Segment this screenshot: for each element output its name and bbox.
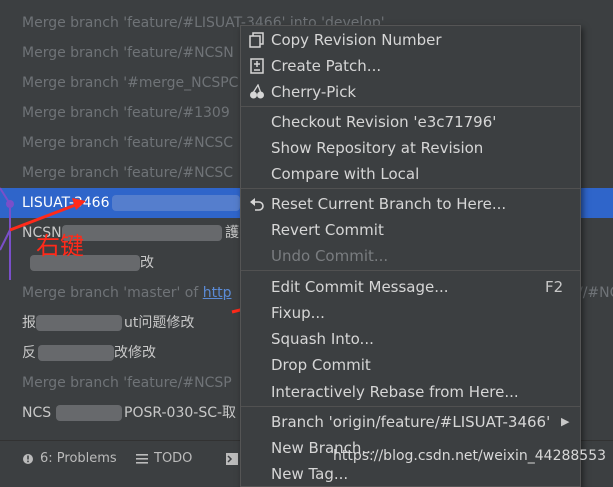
menu-item-label: Fixup...	[271, 304, 325, 322]
commit-link[interactable]: http	[203, 285, 232, 301]
menu-item-checkout-revision[interactable]: Checkout Revision 'e3c71796'	[241, 109, 580, 135]
annotation-label: 右键	[36, 232, 84, 260]
commit-message: LISUAT-3466	[22, 195, 110, 211]
menu-item-new-tag[interactable]: New Tag...	[241, 461, 580, 486]
commit-message-suffix: 改修改	[114, 345, 156, 361]
commit-message-suffix: 改	[140, 255, 154, 271]
todo-icon	[136, 453, 148, 464]
menu-item-label: New Tag...	[271, 465, 349, 483]
menu-separator	[241, 406, 580, 407]
watermark: https://blog.csdn.net/weixin_44288553	[333, 448, 607, 464]
menu-item-label: Revert Commit	[271, 221, 384, 239]
menu-item-create-patch[interactable]: Create Patch...	[241, 53, 580, 79]
menu-item-compare-with-local[interactable]: Compare with Local	[241, 161, 580, 187]
redacted-text	[62, 225, 222, 241]
cherry-icon	[250, 84, 264, 99]
redacted-text	[38, 345, 114, 361]
menu-item-drop-commit[interactable]: Drop Commit	[241, 352, 580, 378]
commit-message: 反	[22, 345, 36, 361]
redacted-text	[112, 195, 240, 211]
menu-item-interactive-rebase[interactable]: Interactively Rebase from Here...	[241, 379, 580, 405]
submenu-arrow-icon: ▶	[561, 415, 570, 428]
menu-item-label: Create Patch...	[271, 57, 382, 75]
menu-item-label: Reset Current Branch to Here...	[271, 195, 507, 213]
menu-item-label: Copy Revision Number	[271, 31, 442, 49]
redacted-text	[36, 315, 122, 331]
menu-item-cherry-pick[interactable]: Cherry-Pick	[241, 79, 580, 105]
commit-message: 报	[22, 315, 36, 331]
commit-message: Merge branch 'feature/#NCSC	[22, 135, 234, 151]
menu-item-reset-current-branch[interactable]: Reset Current Branch to Here...	[241, 191, 580, 217]
problems-tab[interactable]: 6: Problems	[22, 451, 117, 466]
context-menu: Copy Revision Number Create Patch... Che…	[240, 25, 581, 487]
menu-separator	[241, 188, 580, 189]
menu-item-label: Branch 'origin/feature/#LISUAT-3466'	[271, 413, 551, 431]
commit-message: NCS	[22, 405, 52, 421]
menu-item-fixup[interactable]: Fixup...	[241, 300, 580, 326]
menu-separator	[241, 106, 580, 107]
todo-tab-label: TODO	[154, 451, 193, 466]
commit-message: Merge branch 'feature/#NCSP	[22, 375, 232, 391]
patch-icon	[250, 58, 264, 74]
menu-item-label: Squash Into...	[271, 330, 374, 348]
menu-item-label: Checkout Revision 'e3c71796'	[271, 113, 497, 131]
menu-item-copy-revision-number[interactable]: Copy Revision Number	[241, 27, 580, 53]
menu-item-squash-into[interactable]: Squash Into...	[241, 326, 580, 352]
commit-message: Merge branch 'feature/#1309	[22, 105, 230, 121]
menu-item-label: Compare with Local	[271, 165, 420, 183]
menu-item-label: Undo Commit...	[271, 247, 389, 265]
commit-message-suffix: POSR-030-SC-取	[124, 405, 237, 421]
graph-node	[6, 200, 14, 208]
problems-tab-label: 6: Problems	[40, 451, 117, 466]
menu-item-label: Drop Commit	[271, 356, 371, 374]
menu-item-label: Show Repository at Revision	[271, 139, 484, 157]
menu-item-shortcut: F2	[545, 278, 564, 296]
undo-icon	[250, 198, 264, 211]
menu-item-show-repository[interactable]: Show Repository at Revision	[241, 135, 580, 161]
graph-edge	[0, 229, 11, 251]
menu-item-label: Edit Commit Message...	[271, 278, 449, 296]
commit-graph	[0, 187, 14, 280]
commit-message: Merge branch '#merge_NCSPC	[22, 75, 239, 91]
commit-message: Merge branch 'feature/#NCSN	[22, 45, 234, 61]
copy-icon	[249, 32, 264, 48]
commit-message-suffix: 護	[225, 225, 239, 241]
redacted-text	[56, 405, 122, 421]
menu-item-edit-commit-message[interactable]: Edit Commit Message... F2	[241, 274, 580, 300]
menu-item-branch-submenu[interactable]: Branch 'origin/feature/#LISUAT-3466' ▶	[241, 409, 580, 435]
commit-message-tail: //#NC	[578, 285, 613, 301]
menu-separator	[241, 270, 580, 271]
menu-item-label: Interactively Rebase from Here...	[271, 383, 519, 401]
menu-item-label: Cherry-Pick	[271, 83, 357, 101]
menu-item-revert-commit[interactable]: Revert Commit	[241, 217, 580, 243]
commit-message-suffix: ut问题修改	[124, 315, 195, 331]
todo-tab[interactable]: TODO	[136, 451, 192, 466]
commit-message: Merge branch 'master' of http	[22, 285, 232, 301]
menu-item-undo-commit: Undo Commit...	[241, 243, 580, 269]
commit-message: Merge branch 'feature/#NCSC	[22, 165, 234, 181]
terminal-icon	[226, 452, 238, 465]
problems-icon	[23, 453, 33, 464]
